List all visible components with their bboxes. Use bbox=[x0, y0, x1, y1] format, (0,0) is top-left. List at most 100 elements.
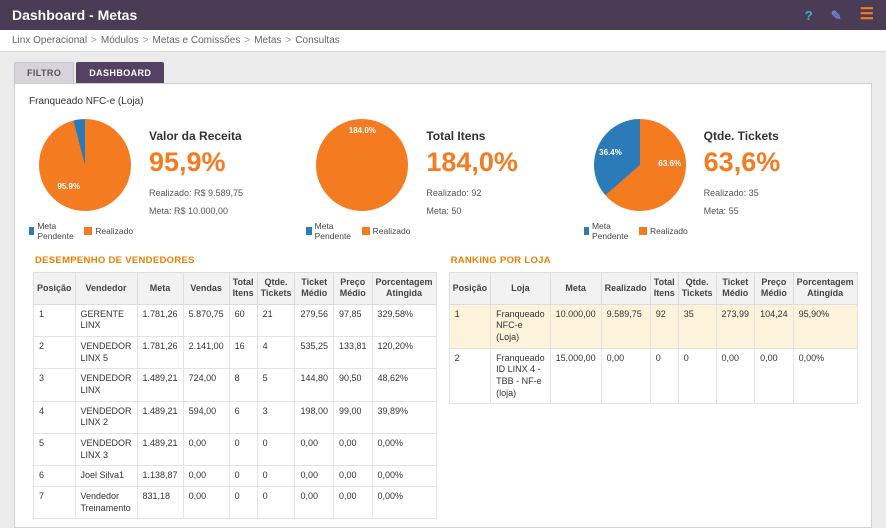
legend-item-realizado[interactable]: Realizado bbox=[361, 221, 410, 241]
table-cell: 144,80 bbox=[294, 368, 334, 402]
table-cell: 0 bbox=[256, 432, 296, 467]
table-cell: 0 bbox=[228, 486, 258, 520]
legend-swatch-orange bbox=[638, 227, 647, 235]
table-row[interactable]: 7 Vendedor Treinamento 831,18 0,00 0 0 0,00 0,0… bbox=[33, 486, 437, 520]
table-cell: 0,00 bbox=[294, 486, 334, 520]
charts-row: 95.9% Meta Pendente Realizado Valor da R… bbox=[27, 119, 859, 241]
table-cell: 273,99 bbox=[715, 303, 756, 349]
legend-swatch-orange bbox=[84, 227, 93, 235]
tab-filtro[interactable]: FILTRO bbox=[14, 62, 75, 83]
vendedores-table: Posição Vendedor Meta Vendas Total Itens Qtde… bbox=[33, 272, 437, 520]
table-row[interactable]: 2 VENDEDOR LINX 5 1.781,26 2.141,00 16 4 535,2… bbox=[33, 335, 437, 370]
table-cell: 4 bbox=[33, 400, 76, 435]
table-cell: 16 bbox=[228, 335, 258, 370]
breadcrumb-separator: > bbox=[91, 35, 97, 46]
help-icon[interactable]: ? bbox=[805, 9, 813, 22]
table-cell: 3 bbox=[256, 400, 296, 435]
chart-meta-line: Meta: 55 bbox=[703, 206, 739, 216]
breadcrumb-separator: > bbox=[285, 35, 292, 46]
table-cell: 1.781,26 bbox=[136, 303, 184, 337]
table-row[interactable]: 5 VENDEDOR LINX 3 1.489,21 0,00 0 0 0,00 0,00 0,… bbox=[33, 432, 437, 467]
legend-swatch-blue bbox=[583, 227, 589, 235]
chart-title: Qtde. Tickets bbox=[703, 129, 779, 143]
table-row[interactable]: 2 Franqueado ID LINX 4 - TBB - NF-e (loja… bbox=[448, 347, 858, 405]
table-cell: 5.870,75 bbox=[182, 303, 230, 337]
table-cell: 1 bbox=[448, 303, 492, 349]
chart-realizado-line: Realizado: R$ 9.589,75 bbox=[149, 188, 244, 198]
table-cell: 120,20% bbox=[371, 335, 437, 370]
table-cell: 5 bbox=[256, 368, 296, 402]
table-cell: 0 bbox=[256, 465, 296, 488]
chart-title: Valor da Receita bbox=[149, 129, 242, 143]
breadcrumb: Linx Operacional > Módulos > Metas e Comissõ… bbox=[0, 30, 886, 52]
dashboard-panel: Franqueado NFC-e (Loja) 95.9% Meta Pende… bbox=[14, 83, 872, 528]
table-cell: 1 bbox=[33, 303, 76, 337]
table-cell: Vendedor Treinamento bbox=[74, 486, 138, 520]
table-row[interactable]: 4 VENDEDOR LINX 2 1.489,21 594,00 6 3 198,00 99… bbox=[33, 400, 437, 435]
column-header[interactable]: Posição bbox=[33, 272, 76, 305]
table-cell: 535,25 bbox=[294, 335, 334, 370]
chart-legend: Meta Pendente Realizado bbox=[583, 221, 696, 241]
tables-row: DESEMPENHO DE VENDEDORES Posição Vendedor… bbox=[27, 255, 859, 520]
column-header[interactable]: Total Itens bbox=[228, 272, 258, 305]
table-cell: 0,00 bbox=[715, 347, 756, 405]
table-cell: 0,00 bbox=[333, 486, 373, 520]
column-header[interactable]: Meta bbox=[136, 272, 184, 305]
table-cell: 39,89% bbox=[371, 400, 437, 435]
breadcrumb-item[interactable]: Módulos bbox=[101, 35, 139, 46]
legend-item-realizado[interactable]: Realizado bbox=[84, 221, 133, 241]
column-header[interactable]: Ticket Médio bbox=[294, 272, 334, 305]
breadcrumb-item[interactable]: Metas bbox=[254, 35, 281, 46]
column-header[interactable]: Porcentagem Atingida bbox=[792, 272, 858, 305]
table-cell: Franqueado ID LINX 4 - TBB - NF-e (loja) bbox=[490, 347, 551, 405]
table-row[interactable]: 1 Franqueado NFC-e (Loja) 10.000,00 9.589,7… bbox=[448, 303, 858, 349]
column-header[interactable]: Vendas bbox=[182, 272, 230, 305]
legend-item-meta-pendente[interactable]: Meta Pendente bbox=[28, 221, 76, 241]
breadcrumb-item[interactable]: Metas e Comissões bbox=[153, 35, 241, 46]
column-header[interactable]: Qtde. Tickets bbox=[677, 272, 717, 305]
legend-item-realizado[interactable]: Realizado bbox=[638, 221, 688, 241]
table-cell: 3 bbox=[33, 368, 76, 402]
chart-meta-line: Meta: 50 bbox=[426, 206, 462, 216]
table-row[interactable]: 3 VENDEDOR LINX 1.489,21 724,00 8 5 144,80 90,5… bbox=[33, 368, 437, 402]
chart-title: Total Itens bbox=[426, 129, 486, 143]
table-row[interactable]: 6 Joel Silva1 1.138,87 0,00 0 0 0,00 0,00 0,00% bbox=[33, 465, 437, 488]
table-row[interactable]: 1 GERENTE LINX 1.781,26 5.870,75 60 21 279,56 9… bbox=[33, 303, 437, 337]
table-cell: 0,00% bbox=[371, 486, 437, 520]
vendedores-section: DESEMPENHO DE VENDEDORES Posição Vendedor… bbox=[27, 255, 443, 520]
column-header[interactable]: Ticket Médio bbox=[715, 272, 756, 305]
column-header[interactable]: Porcentagem Atingida bbox=[371, 272, 437, 305]
tab-dashboard[interactable]: DASHBOARD bbox=[76, 62, 165, 83]
column-header[interactable]: Posição bbox=[448, 272, 492, 305]
column-header[interactable]: Meta bbox=[549, 272, 602, 305]
legend-item-meta-pendente[interactable]: Meta Pendente bbox=[583, 221, 631, 241]
chart-valor-receita: 95.9% Meta Pendente Realizado Valor da R… bbox=[27, 119, 304, 241]
column-header[interactable]: Qtde. Tickets bbox=[256, 272, 296, 305]
table-cell: 0,00 bbox=[600, 347, 651, 405]
chart-meta-line: Meta: R$ 10.000,00 bbox=[149, 206, 229, 216]
table-cell: 0,00 bbox=[182, 486, 230, 520]
table-cell: 1.489,21 bbox=[136, 400, 184, 435]
edit-icon[interactable]: ✎ bbox=[831, 9, 842, 22]
pie-slice-label: 184.0% bbox=[348, 126, 376, 136]
table-cell: VENDEDOR LINX 5 bbox=[74, 335, 138, 370]
table-cell: 92 bbox=[649, 303, 679, 349]
table-cell: 5 bbox=[33, 432, 76, 467]
table-cell: 60 bbox=[228, 303, 258, 337]
table-cell: 21 bbox=[256, 303, 296, 337]
legend-item-meta-pendente[interactable]: Meta Pendente bbox=[306, 221, 353, 241]
column-header[interactable]: Loja bbox=[490, 272, 551, 305]
breadcrumb-item[interactable]: Linx Operacional bbox=[12, 35, 87, 46]
column-header[interactable]: Preço Médio bbox=[754, 272, 794, 305]
column-header[interactable]: Realizado bbox=[600, 272, 651, 305]
table-cell: VENDEDOR LINX 3 bbox=[74, 432, 138, 467]
legend-swatch-orange bbox=[361, 227, 370, 235]
breadcrumb-item[interactable]: Consultas bbox=[295, 35, 339, 46]
table-header-row: Posição Vendedor Meta Vendas Total Itens Qtde… bbox=[33, 272, 437, 305]
column-header[interactable]: Preço Médio bbox=[333, 272, 373, 305]
column-header[interactable]: Vendedor bbox=[74, 272, 138, 305]
column-header[interactable]: Total Itens bbox=[649, 272, 679, 305]
breadcrumb-separator: > bbox=[142, 35, 149, 46]
menu-icon[interactable]: ☰ bbox=[860, 7, 874, 23]
table-cell: 90,50 bbox=[333, 368, 373, 402]
